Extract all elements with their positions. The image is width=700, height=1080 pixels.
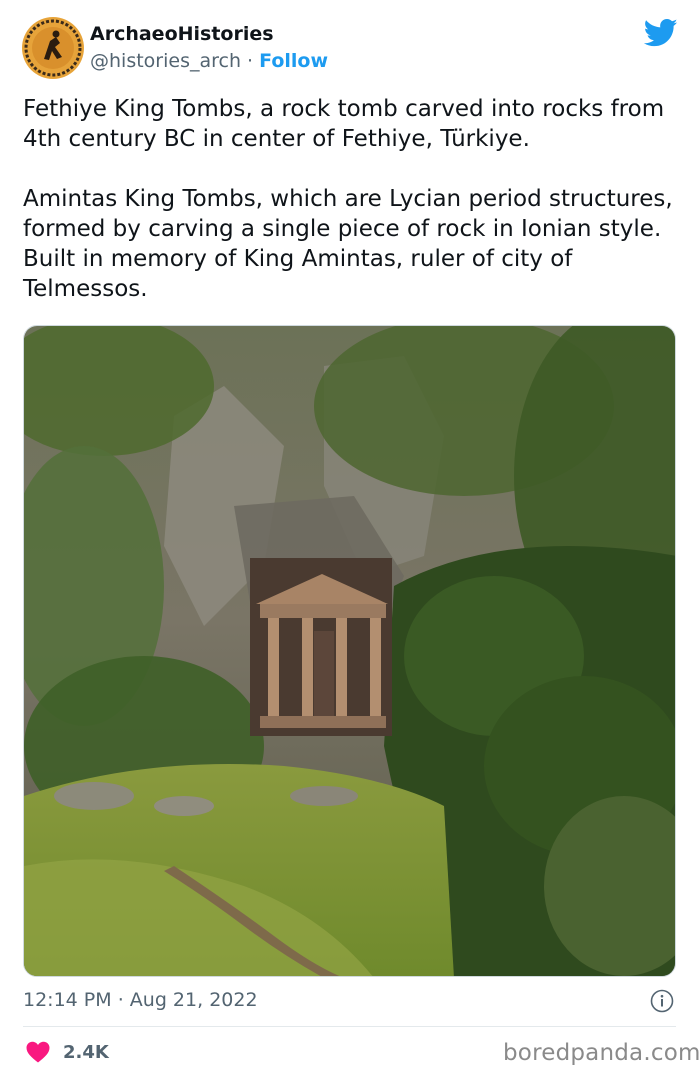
- handle[interactable]: @histories_arch: [90, 50, 241, 72]
- tweet-photo[interactable]: [23, 325, 676, 977]
- tweet-paragraph-1: Fethiye King Tombs, a rock tomb carved i…: [23, 96, 665, 152]
- source-watermark: boredpanda.com: [503, 1040, 700, 1066]
- timestamp[interactable]: 12:14 PM · Aug 21, 2022: [23, 989, 258, 1011]
- tweet-date: Aug 21, 2022: [129, 989, 258, 1011]
- info-icon[interactable]: [650, 989, 674, 1013]
- tweet-paragraph-2: Amintas King Tombs, which are Lycian per…: [23, 186, 673, 302]
- like-count[interactable]: 2.4K: [63, 1042, 109, 1063]
- divider: [23, 1026, 676, 1027]
- tweet-time: 12:14 PM: [23, 989, 112, 1011]
- twitter-bird-icon[interactable]: [644, 18, 678, 48]
- handle-row: @histories_arch · Follow: [90, 50, 328, 72]
- display-name[interactable]: ArchaeoHistories: [90, 23, 274, 45]
- timestamp-separator: ·: [117, 989, 124, 1011]
- tweet-card: ArchaeoHistories @histories_arch · Follo…: [0, 0, 700, 1080]
- heart-icon[interactable]: [26, 1041, 50, 1063]
- handle-separator: ·: [247, 50, 254, 72]
- avatar-emblem: [23, 18, 83, 78]
- follow-button[interactable]: Follow: [259, 50, 328, 72]
- tweet-text: Fethiye King Tombs, a rock tomb carved i…: [23, 94, 673, 304]
- rock-tomb-photo: [24, 326, 675, 976]
- avatar[interactable]: [22, 17, 84, 79]
